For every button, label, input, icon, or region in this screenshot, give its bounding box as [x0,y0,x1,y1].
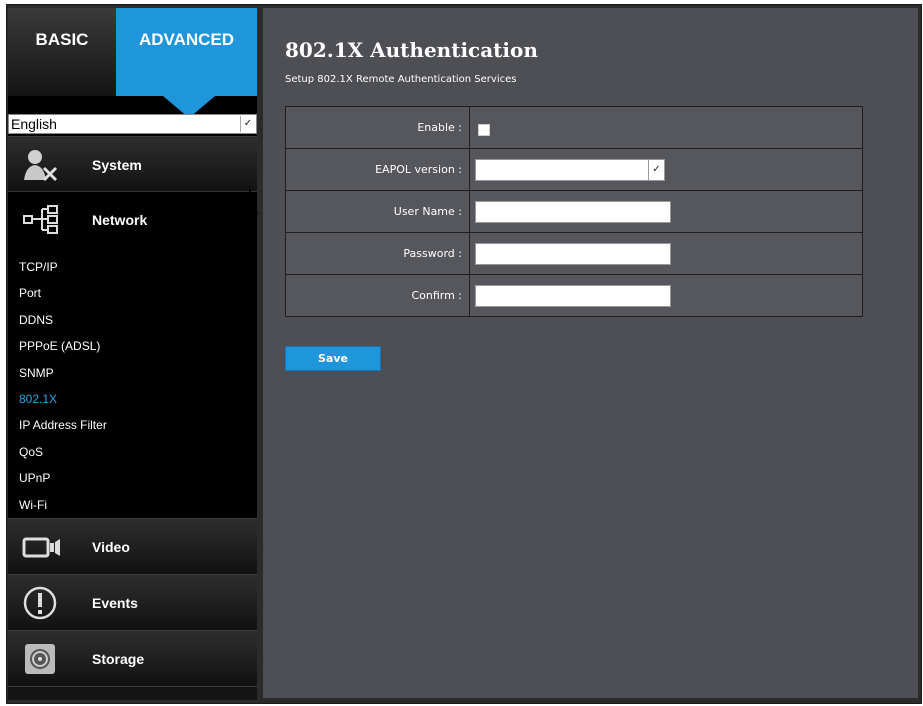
confirm-password-input[interactable] [475,284,671,307]
page-title: 802.1X Authentication [285,38,538,62]
sidebar-section-system-label: System [92,156,142,173]
sidebar-item-pppoe[interactable]: PPPoE (ADSL) [19,333,107,359]
sidebar-item-ddns[interactable]: DDNS [19,307,107,333]
form-row-enable: Enable : [285,106,863,149]
sidebar-section-storage-label: Storage [92,650,145,667]
active-section-pointer [249,186,258,240]
storage-disk-icon [25,643,55,674]
tab-basic[interactable]: BASIC [8,8,116,96]
language-selected: English [11,116,57,132]
alert-icon [23,586,57,619]
password-input[interactable] [475,242,671,265]
main-content: 802.1X Authentication Setup 802.1X Remot… [263,8,918,698]
sidebar-section-network-label: Network [92,211,148,228]
sidebar-item-tcpip[interactable]: TCP/IP [19,254,107,280]
network-subnav: TCP/IP Port DDNS PPPoE (ADSL) SNMP 802.1… [19,254,107,518]
sidebar-section-storage[interactable]: Storage [8,630,257,686]
sidebar-item-ip-filter[interactable]: IP Address Filter [19,412,107,438]
sidebar-section-events[interactable]: Events [8,574,257,630]
sidebar-footer [8,686,257,700]
sidebar-item-snmp[interactable]: SNMP [19,360,107,386]
sidebar-item-qos[interactable]: QoS [19,439,107,465]
form-row-eapol: EAPOL version : ✓ [285,148,863,191]
sidebar-section-events-label: Events [92,594,138,611]
form-row-username: User Name : [285,190,863,233]
tab-basic-label: BASIC [35,30,89,49]
page-subtitle: Setup 802.1X Remote Authentication Servi… [285,74,517,85]
eapol-version-label: EAPOL version : [285,148,470,191]
system-tools-icon [24,149,58,181]
sidebar-section-video[interactable]: Video [8,518,257,574]
sidebar-section-network[interactable]: Network [8,191,257,247]
eapol-version-select[interactable]: ✓ [475,158,665,181]
chevron-down-icon[interactable]: ✓ [648,159,664,180]
sidebar-item-8021x[interactable]: 802.1X [19,386,107,412]
username-label: User Name : [285,190,470,233]
enable-checkbox[interactable] [478,124,490,136]
video-camera-icon [22,537,60,557]
chevron-down-icon[interactable]: ✓ [240,116,255,132]
network-tree-icon [23,204,58,234]
tab-advanced-label: ADVANCED [138,30,235,49]
settings-form: Enable : EAPOL version : ✓ User Name : P… [285,106,863,317]
language-select[interactable]: English ✓ [8,114,257,134]
tab-advanced[interactable]: ADVANCED [116,8,257,96]
username-input[interactable] [475,200,671,223]
confirm-label: Confirm : [285,274,470,317]
enable-label: Enable : [285,106,470,149]
password-label: Password : [285,232,470,275]
save-button[interactable]: Save [285,346,381,371]
form-row-password: Password : [285,232,863,275]
sidebar-section-video-label: Video [92,538,130,555]
sidebar-item-wifi[interactable]: Wi-Fi [19,492,107,518]
sidebar-section-system[interactable]: System [8,136,257,192]
sidebar: BASIC ADVANCED English ✓ System Network … [8,8,257,700]
sidebar-item-port[interactable]: Port [19,280,107,306]
sidebar-item-upnp[interactable]: UPnP [19,465,107,491]
form-row-confirm: Confirm : [285,274,863,317]
